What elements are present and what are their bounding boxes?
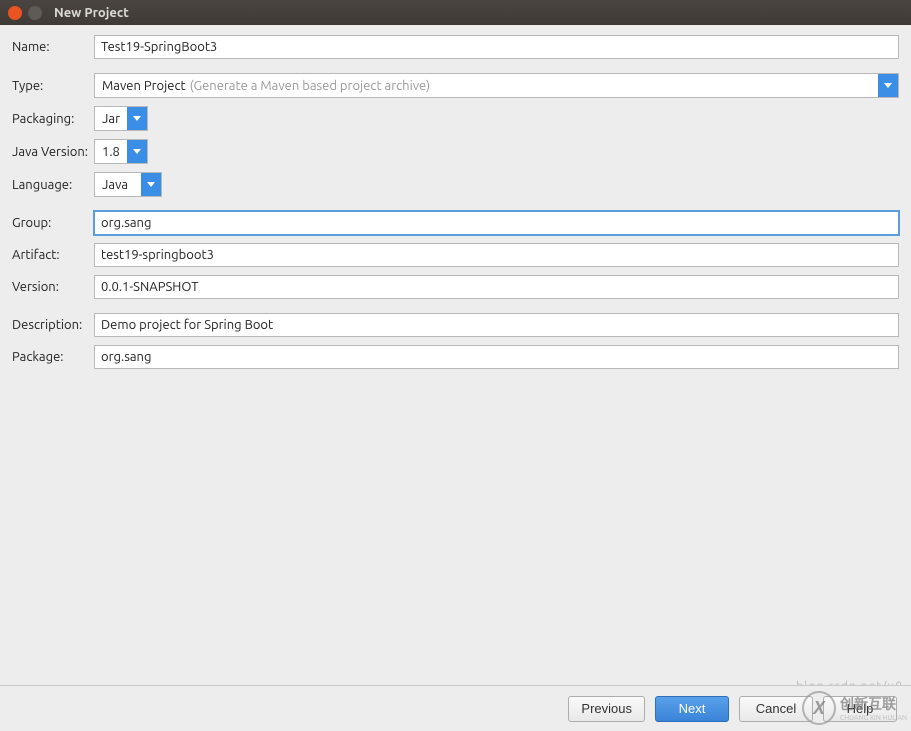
type-label: Type: bbox=[12, 79, 94, 93]
brand-logo: X 创新互联 CHUANG XIN HULIAN bbox=[802, 691, 907, 725]
description-label: Description: bbox=[12, 318, 94, 332]
chevron-down-icon[interactable] bbox=[127, 107, 147, 130]
group-label: Group: bbox=[12, 216, 94, 230]
language-label: Language: bbox=[12, 178, 94, 192]
form-area: Name: Type: Maven Project (Generate a Ma… bbox=[0, 25, 911, 387]
javaversion-label: Java Version: bbox=[12, 145, 94, 159]
group-input[interactable] bbox=[94, 211, 899, 235]
chevron-down-icon[interactable] bbox=[127, 140, 147, 163]
close-icon[interactable] bbox=[8, 6, 22, 20]
packaging-select[interactable]: Jar bbox=[94, 106, 148, 131]
titlebar: New Project bbox=[0, 0, 911, 25]
name-input[interactable] bbox=[94, 35, 899, 59]
artifact-label: Artifact: bbox=[12, 248, 94, 262]
type-hint: (Generate a Maven based project archive) bbox=[190, 79, 430, 93]
packaging-value: Jar bbox=[102, 112, 120, 126]
package-label: Package: bbox=[12, 350, 94, 364]
javaversion-select[interactable]: 1.8 bbox=[94, 139, 148, 164]
artifact-input[interactable] bbox=[94, 243, 899, 267]
brand-mark: X bbox=[802, 691, 836, 725]
version-label: Version: bbox=[12, 280, 94, 294]
previous-button[interactable]: Previous bbox=[568, 696, 645, 722]
minimize-icon[interactable] bbox=[28, 6, 42, 20]
chevron-down-icon[interactable] bbox=[141, 173, 161, 196]
javaversion-value: 1.8 bbox=[102, 145, 120, 159]
language-select[interactable]: Java bbox=[94, 172, 162, 197]
window-title: New Project bbox=[54, 6, 129, 20]
name-label: Name: bbox=[12, 40, 94, 54]
packaging-label: Packaging: bbox=[12, 112, 94, 126]
next-button[interactable]: Next bbox=[655, 696, 729, 722]
type-select[interactable]: Maven Project (Generate a Maven based pr… bbox=[94, 73, 899, 98]
language-value: Java bbox=[102, 178, 128, 192]
package-input[interactable] bbox=[94, 345, 899, 369]
brand-name: 创新互联 bbox=[840, 694, 907, 714]
description-input[interactable] bbox=[94, 313, 899, 337]
version-input[interactable] bbox=[94, 275, 899, 299]
type-value: Maven Project bbox=[102, 79, 186, 93]
dialog-footer: Previous Next Cancel Help bbox=[0, 685, 911, 731]
brand-sub: CHUANG XIN HULIAN bbox=[840, 714, 907, 722]
chevron-down-icon[interactable] bbox=[878, 74, 898, 97]
